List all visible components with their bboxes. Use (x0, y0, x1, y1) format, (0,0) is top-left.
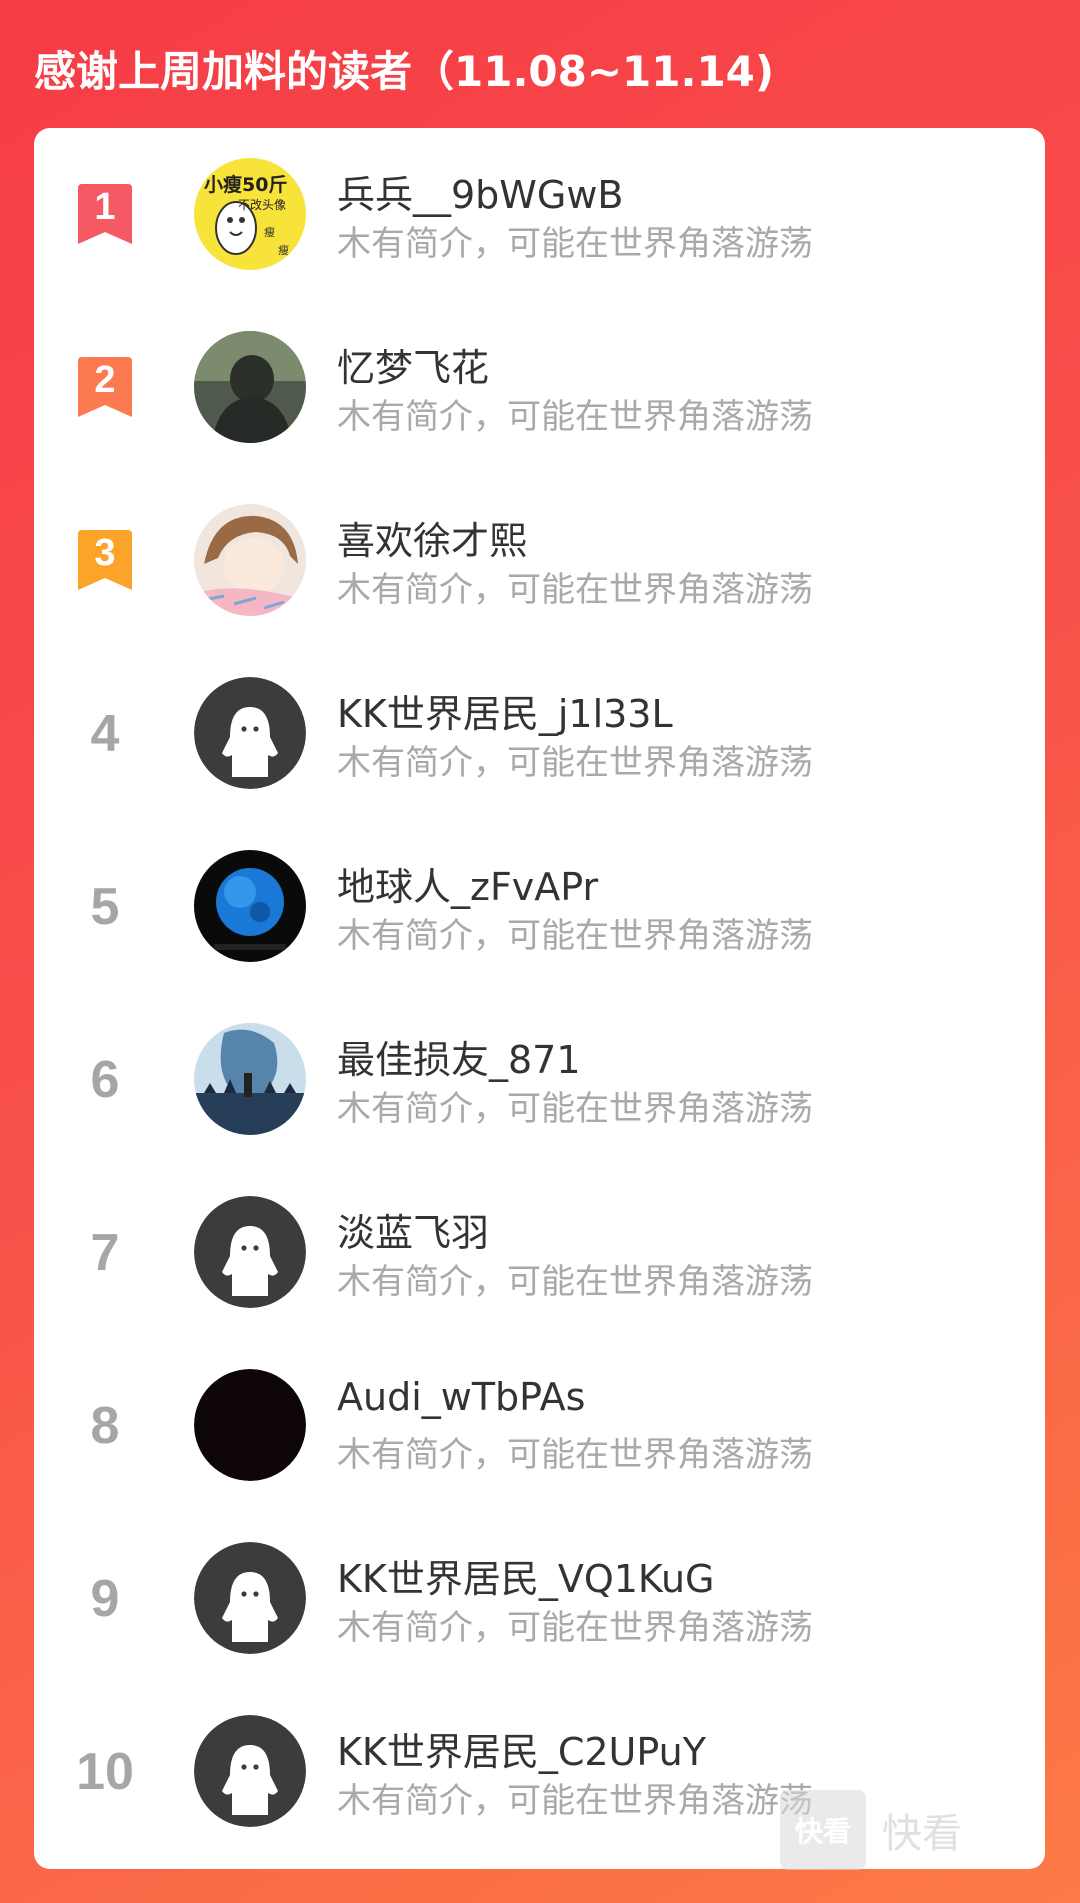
rank-number: 5 (90, 877, 120, 936)
rank-number: 4 (90, 704, 120, 763)
rank-cell: 1 (74, 128, 136, 301)
rank-number: 8 (90, 1396, 120, 1455)
reader-bio: 木有简介，可能在世界角落游荡 (337, 1089, 813, 1129)
list-item[interactable]: 3 喜欢徐才熙 木有简介，可能在世界角落游荡 (34, 474, 1045, 647)
list-item[interactable]: 1 瘦 瘦 小瘦50斤 不改头像 兵兵__9bWGwB 木有简介，可能在世界角落… (34, 128, 1045, 301)
ghost-avatar-icon (194, 1715, 306, 1827)
rank-number: 9 (90, 1569, 120, 1628)
avatar[interactable] (194, 1023, 306, 1135)
rank-number: 10 (76, 1742, 134, 1801)
list-item[interactable]: 8 Audi_wTbPAs 木有简介，可能在世界角落游荡 (34, 1339, 1045, 1512)
reader-name[interactable]: 最佳损友_871 (337, 1029, 581, 1084)
list-item[interactable]: 4 KK世界居民_j1l33L 木有简介，可能在世界角落游荡 (34, 647, 1045, 820)
watermark-text: 快看 (882, 1811, 962, 1857)
reader-bio: 木有简介，可能在世界角落游荡 (337, 570, 813, 610)
reader-list-card: 1 瘦 瘦 小瘦50斤 不改头像 兵兵__9bWGwB 木有简介，可能在世界角落… (34, 128, 1045, 1869)
rank-cell: 7 (74, 1166, 136, 1339)
list-item[interactable]: 7 淡蓝飞羽 木有简介，可能在世界角落游荡 (34, 1166, 1045, 1339)
reader-name[interactable]: KK世界居民_j1l33L (337, 683, 673, 738)
reader-bio: 木有简介，可能在世界角落游荡 (337, 1781, 813, 1821)
reader-name[interactable]: 淡蓝飞羽 (337, 1202, 489, 1257)
reader-bio: 木有简介，可能在世界角落游荡 (337, 1262, 813, 1302)
reader-name[interactable]: 兵兵__9bWGwB (337, 164, 623, 219)
reader-name[interactable]: 地球人_zFvAPr (337, 856, 598, 911)
ghost-avatar-icon (194, 677, 306, 789)
watermark: 快看 快看 (780, 1790, 980, 1870)
rank-number: 3 (94, 531, 116, 574)
rank-number: 1 (94, 185, 116, 228)
reader-name[interactable]: KK世界居民_C2UPuY (337, 1721, 706, 1776)
ribbon-badge-icon: 2 (76, 356, 134, 419)
watermark-logo: 快看 (780, 1790, 866, 1870)
reader-name[interactable]: 忆梦飞花 (337, 337, 489, 392)
reader-name[interactable]: 喜欢徐才熙 (337, 510, 527, 565)
rank-cell: 2 (74, 301, 136, 474)
svg-text:瘦: 瘦 (278, 243, 289, 257)
avatar[interactable] (194, 331, 306, 443)
avatar[interactable] (194, 1715, 306, 1827)
avatar-caption-top: 小瘦50斤 (204, 174, 288, 196)
ghost-avatar-icon (194, 1542, 306, 1654)
rank-cell: 4 (74, 647, 136, 820)
reader-bio: 木有简介，可能在世界角落游荡 (337, 224, 813, 264)
rank-cell: 5 (74, 820, 136, 993)
rank-cell: 9 (74, 1512, 136, 1685)
rank-cell: 6 (74, 993, 136, 1166)
reader-name[interactable]: KK世界居民_VQ1KuG (337, 1548, 714, 1603)
avatar[interactable] (194, 1542, 306, 1654)
avatar[interactable] (194, 1369, 306, 1481)
list-item[interactable]: 5 地球人_zFvAPr 木有简介，可能在世界角落游荡 (34, 820, 1045, 993)
reader-name[interactable]: Audi_wTbPAs (337, 1375, 585, 1419)
avatar[interactable] (194, 1196, 306, 1308)
ribbon-badge-icon: 3 (76, 529, 134, 592)
reader-bio: 木有简介，可能在世界角落游荡 (337, 397, 813, 437)
reader-bio: 木有简介，可能在世界角落游荡 (337, 1435, 813, 1475)
list-item[interactable]: 2 忆梦飞花 木有简介，可能在世界角落游荡 (34, 301, 1045, 474)
rank-number: 7 (90, 1223, 120, 1282)
avatar[interactable] (194, 677, 306, 789)
rank-cell: 3 (74, 474, 136, 647)
reader-bio: 木有简介，可能在世界角落游荡 (337, 743, 813, 783)
reader-bio: 木有简介，可能在世界角落游荡 (337, 916, 813, 956)
svg-text:瘦: 瘦 (264, 225, 275, 239)
rank-number: 2 (94, 358, 116, 401)
rank-cell: 8 (74, 1339, 136, 1512)
ribbon-badge-icon: 1 (76, 183, 134, 246)
page-title: 感谢上周加料的读者（11.08~11.14) (34, 47, 775, 96)
rank-number: 6 (90, 1050, 120, 1109)
avatar[interactable] (194, 850, 306, 962)
avatar[interactable] (194, 504, 306, 616)
avatar-caption-bottom: 不改头像 (238, 198, 287, 212)
list-item[interactable]: 6 最佳损友_871 木有简介，可能在世界角落游荡 (34, 993, 1045, 1166)
reader-bio: 木有简介，可能在世界角落游荡 (337, 1608, 813, 1648)
list-item[interactable]: 9 KK世界居民_VQ1KuG 木有简介，可能在世界角落游荡 (34, 1512, 1045, 1685)
rank-cell: 10 (74, 1685, 136, 1858)
avatar[interactable]: 瘦 瘦 小瘦50斤 不改头像 (194, 158, 306, 270)
ghost-avatar-icon (194, 1196, 306, 1308)
